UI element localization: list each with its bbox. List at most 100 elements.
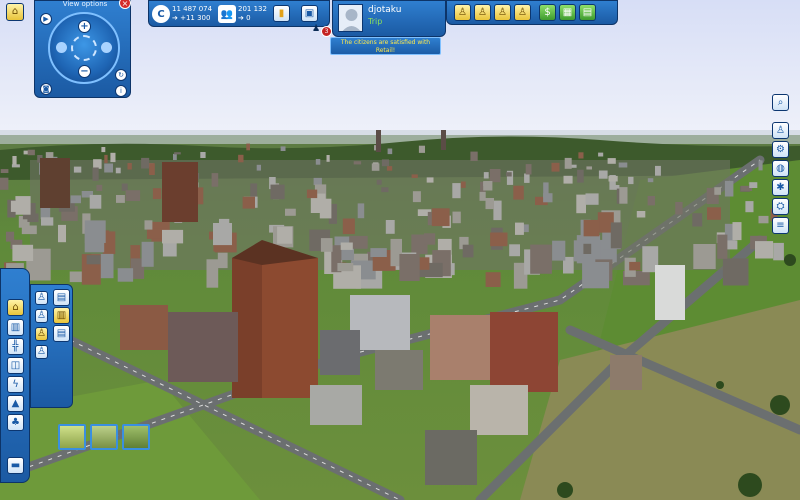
people-icon: ♙	[478, 6, 487, 18]
home-icon: ⌂	[12, 301, 19, 313]
star-icon: ✱	[776, 181, 785, 193]
power-icon: ϟ	[12, 378, 19, 390]
park-icon: ♣	[11, 416, 20, 428]
school-icon: ▲	[11, 397, 20, 409]
construction-button[interactable]: ⛭	[772, 198, 789, 215]
satisfaction-tooltip: The citizens are satisfied with Retail!	[330, 37, 441, 55]
education-button[interactable]: ▲	[7, 395, 24, 412]
zoom-out-button[interactable]: −	[78, 65, 91, 78]
chart-icon: ▤	[582, 6, 593, 18]
jobs-icon: 👥	[218, 5, 236, 23]
zone-workers-button[interactable]: ♙	[35, 309, 48, 323]
person-icon: ♟	[312, 24, 321, 34]
info-view-button[interactable]: i	[115, 85, 127, 97]
close-button[interactable]: ×	[119, 0, 131, 9]
right-toolbar: ⌕ ♙ ⚙ ◍ ✱ ⛭ ≡	[772, 94, 794, 239]
building-icon: ▤	[56, 291, 67, 303]
power-button[interactable]: ϟ	[7, 376, 24, 393]
camera-dial[interactable]: + −	[48, 12, 120, 84]
zoning-button[interactable]: ⌂	[7, 299, 24, 316]
view-options-panel: View options × + − ▶ ◙ ↻ i	[34, 0, 131, 98]
gear-icon: ⚙	[776, 143, 785, 155]
transport-button[interactable]: ▣	[301, 5, 318, 22]
crane-icon: ⛭	[776, 200, 785, 212]
population-value: 11 487 074	[172, 5, 213, 13]
search-button[interactable]: ⌕	[772, 94, 789, 111]
refresh-icon: ↻	[118, 71, 124, 79]
people-icon: ♙	[37, 328, 46, 339]
density-medium-thumbnail[interactable]	[90, 424, 118, 450]
rotate-ring[interactable]	[71, 35, 97, 61]
density-low-thumbnail[interactable]	[58, 424, 86, 450]
home-button[interactable]: ⌂	[6, 3, 24, 21]
zone-elite-button[interactable]: ♙	[35, 345, 48, 359]
player-rank: Trip	[368, 17, 383, 26]
people-icon: ♙	[498, 6, 507, 18]
roads-button[interactable]: ╬	[7, 338, 24, 355]
settings-button[interactable]: ⚙	[772, 141, 789, 158]
notification-badge[interactable]: 3	[321, 26, 332, 37]
zone-highrise-button[interactable]: ▤	[53, 289, 70, 306]
bus-icon: ▣	[304, 7, 315, 19]
rotate-left-button[interactable]	[56, 42, 67, 53]
zone-residential-button[interactable]: ♙	[35, 291, 48, 305]
density-high-thumbnail[interactable]	[122, 424, 150, 450]
achievements-button[interactable]: ✱	[772, 179, 789, 196]
book-icon: ▮	[278, 7, 285, 19]
plus-icon: +	[80, 21, 89, 32]
people-icon: ♙	[518, 6, 527, 18]
people-icon: ♙	[458, 6, 467, 18]
play-button[interactable]: ▶	[40, 13, 52, 25]
camera-icon: ◙	[42, 85, 50, 93]
workers-button[interactable]: ♙	[474, 4, 491, 21]
jobs-delta: ➔ 0	[238, 14, 251, 22]
zone-retail-button[interactable]: ▥	[53, 307, 70, 324]
list-icon: ≡	[776, 219, 785, 231]
stats-bar: C 11 487 074 ➔ +11 300 👥 201 132 ➔ 0 ▮ ▣	[148, 0, 330, 27]
play-icon: ▶	[43, 15, 49, 23]
zone-executive-button[interactable]: ♙	[35, 327, 48, 341]
parks-button[interactable]: ♣	[7, 414, 24, 431]
finance-button[interactable]: $	[539, 4, 556, 21]
shop-icon: ▥	[56, 309, 67, 321]
username: djotaku	[368, 5, 402, 15]
zoning-submenu: ♙ ▤ ♙ ▥ ♙ ▤ ♙	[30, 284, 73, 408]
world-button[interactable]: ◍	[772, 160, 789, 177]
industry-button[interactable]: ▥	[7, 319, 24, 336]
statistics-button[interactable]: ▤	[579, 4, 596, 21]
population-icon: C	[152, 5, 170, 23]
top-toolbar: ♙ ♙ ♙ ♙ $ ▦ ▤	[446, 0, 618, 25]
info-icon: i	[120, 87, 122, 95]
home-icon: ⌂	[11, 6, 19, 17]
executives-button[interactable]: ♙	[494, 4, 511, 21]
zone-office-button[interactable]: ▤	[53, 325, 70, 342]
view-options-title: View options	[62, 0, 108, 8]
minus-icon: −	[80, 66, 89, 77]
people-icon: ♙	[37, 346, 46, 357]
save-button[interactable]: ▬	[7, 457, 24, 474]
water-button[interactable]: ◫	[7, 357, 24, 374]
building-icon: ▤	[56, 327, 67, 339]
rotate-right-button[interactable]	[101, 42, 112, 53]
close-icon: ×	[121, 0, 129, 8]
citizens-button[interactable]: ♙	[772, 122, 789, 139]
budget-button[interactable]: ▮	[273, 5, 290, 22]
map-button[interactable]: ▦	[559, 4, 576, 21]
globe-icon: ◍	[776, 162, 785, 174]
notification-count: 3	[324, 28, 329, 35]
left-toolbar: ⌂ ▥ ╬ ◫ ϟ ▲ ♣ ▬	[0, 268, 30, 483]
avatar[interactable]	[338, 4, 363, 32]
zoom-in-button[interactable]: +	[78, 20, 91, 33]
jobs-value: 201 132	[238, 5, 267, 13]
people-icon: ♙	[37, 292, 46, 303]
people-icon: ♙	[37, 310, 46, 321]
residential-button[interactable]: ♙	[454, 4, 471, 21]
photo-button[interactable]: ◙	[40, 83, 52, 95]
save-icon: ▬	[10, 459, 21, 471]
profile-panel[interactable]: djotaku Trip	[332, 0, 446, 37]
magnifier-icon: ⌕	[777, 96, 784, 108]
elite-button[interactable]: ♙	[514, 4, 531, 21]
list-button[interactable]: ≡	[772, 217, 789, 234]
reset-view-button[interactable]: ↻	[115, 69, 127, 81]
pipe-icon: ◫	[10, 359, 21, 371]
